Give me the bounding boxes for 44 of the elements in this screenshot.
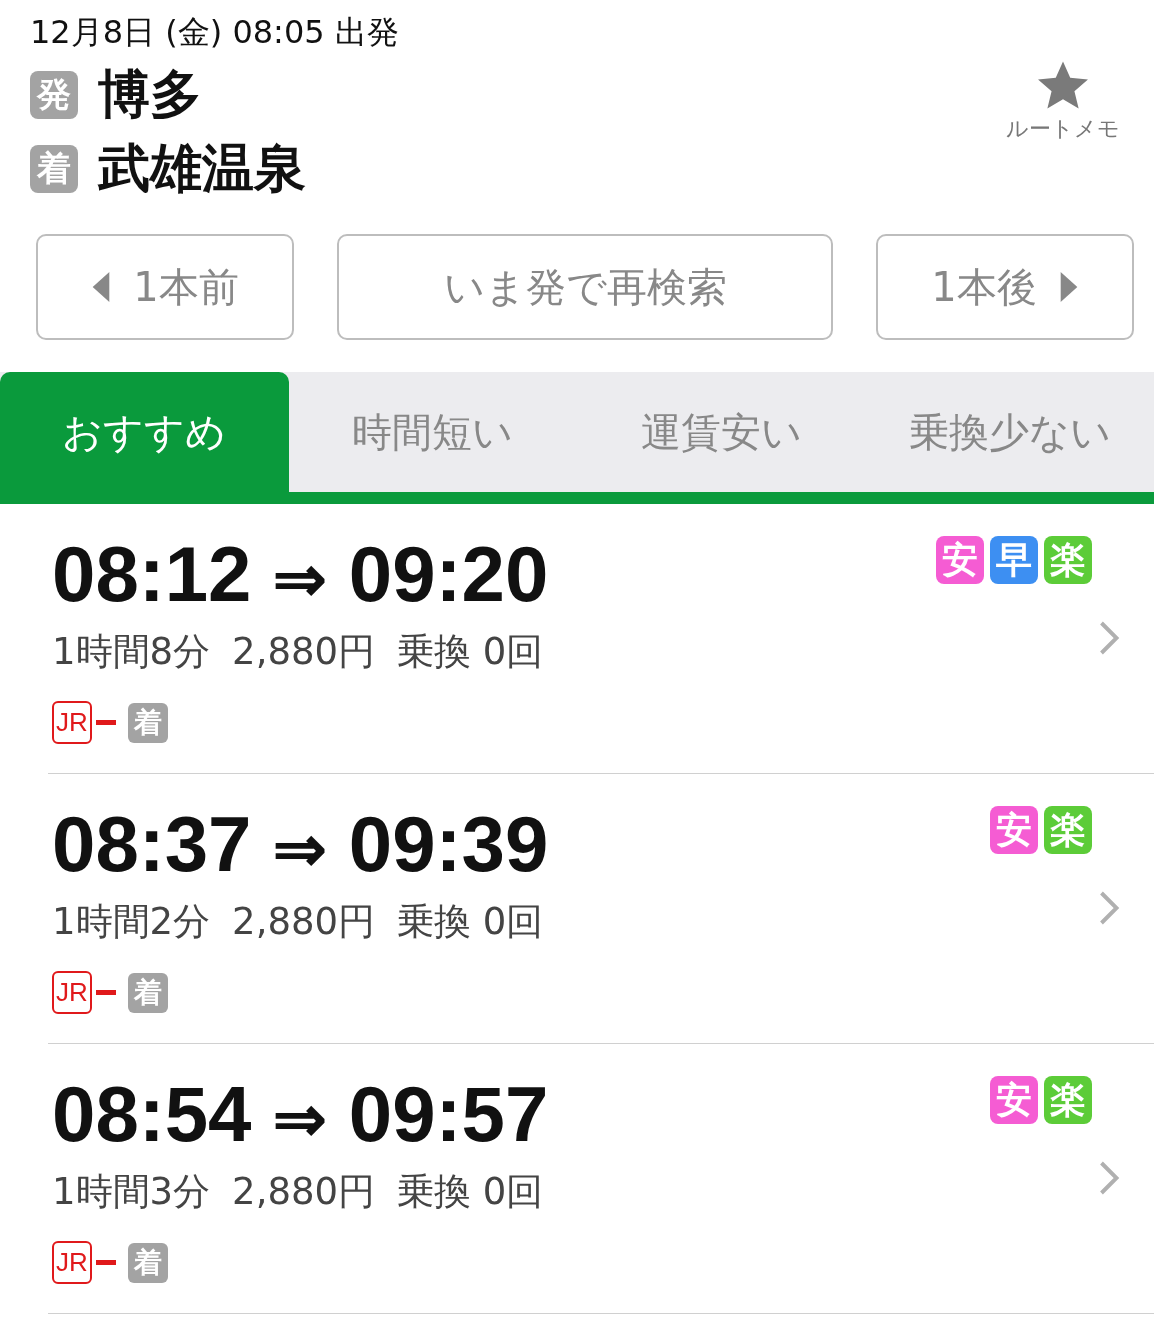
route-tag: 早 — [990, 536, 1038, 584]
arrival-station: 武雄温泉 — [98, 137, 306, 200]
line-badge: JR — [52, 971, 92, 1014]
arrival-badge: 着 — [30, 145, 78, 193]
arrival-badge: 着 — [127, 972, 168, 1013]
sort-tab[interactable]: 時間短い — [288, 372, 577, 492]
duration: 1時間2分 — [52, 899, 211, 945]
fare: 2,880円 — [232, 1169, 376, 1215]
line-segment — [95, 1260, 116, 1265]
departure-datetime: 12月8日 (金) 08:05 出発 — [30, 12, 399, 53]
sort-tab[interactable]: おすすめ — [0, 372, 289, 492]
route-times: 08:12 ⇒ 09:20 — [52, 529, 550, 620]
arrival-badge: 着 — [127, 1242, 168, 1283]
route-tag: 楽 — [1044, 536, 1092, 584]
line-segment — [95, 720, 116, 725]
line-segment — [95, 990, 116, 995]
fare: 2,880円 — [232, 629, 376, 675]
route-tag: 安 — [990, 1076, 1038, 1124]
chevron-icon[interactable] — [1098, 890, 1120, 926]
transfers: 乗換 0回 — [397, 1169, 544, 1215]
route-times: 08:54 ⇒ 09:57 — [52, 1069, 550, 1160]
route-tag: 安 — [990, 806, 1038, 854]
sort-tab[interactable]: 運賃安い — [577, 372, 866, 492]
duration: 1時間3分 — [52, 1169, 211, 1215]
route-tag: 安 — [936, 536, 984, 584]
arrival-badge: 着 — [127, 702, 168, 743]
duration: 1時間8分 — [52, 629, 211, 675]
fare: 2,880円 — [232, 899, 376, 945]
next-train-button[interactable]: 1本後 — [876, 234, 1134, 340]
line-badge: JR — [52, 1241, 92, 1284]
route-tag: 楽 — [1044, 1076, 1092, 1124]
chevron-icon[interactable] — [1098, 1160, 1120, 1196]
sort-tab[interactable]: 乗換少ない — [865, 372, 1154, 492]
route-tag: 楽 — [1044, 806, 1092, 854]
departure-station: 博多 — [98, 63, 202, 126]
research-now-button[interactable]: いま発で再検索 — [337, 234, 833, 340]
chevron-icon[interactable] — [1098, 620, 1120, 656]
departure-badge: 発 — [30, 71, 78, 119]
line-badge: JR — [52, 701, 92, 744]
transfers: 乗換 0回 — [397, 899, 544, 945]
route-times: 08:37 ⇒ 09:39 — [52, 799, 550, 890]
route-memo-button[interactable]: ルートメモ — [1006, 58, 1120, 214]
transfers: 乗換 0回 — [397, 629, 544, 675]
previous-train-button[interactable]: 1本前 — [36, 234, 294, 340]
